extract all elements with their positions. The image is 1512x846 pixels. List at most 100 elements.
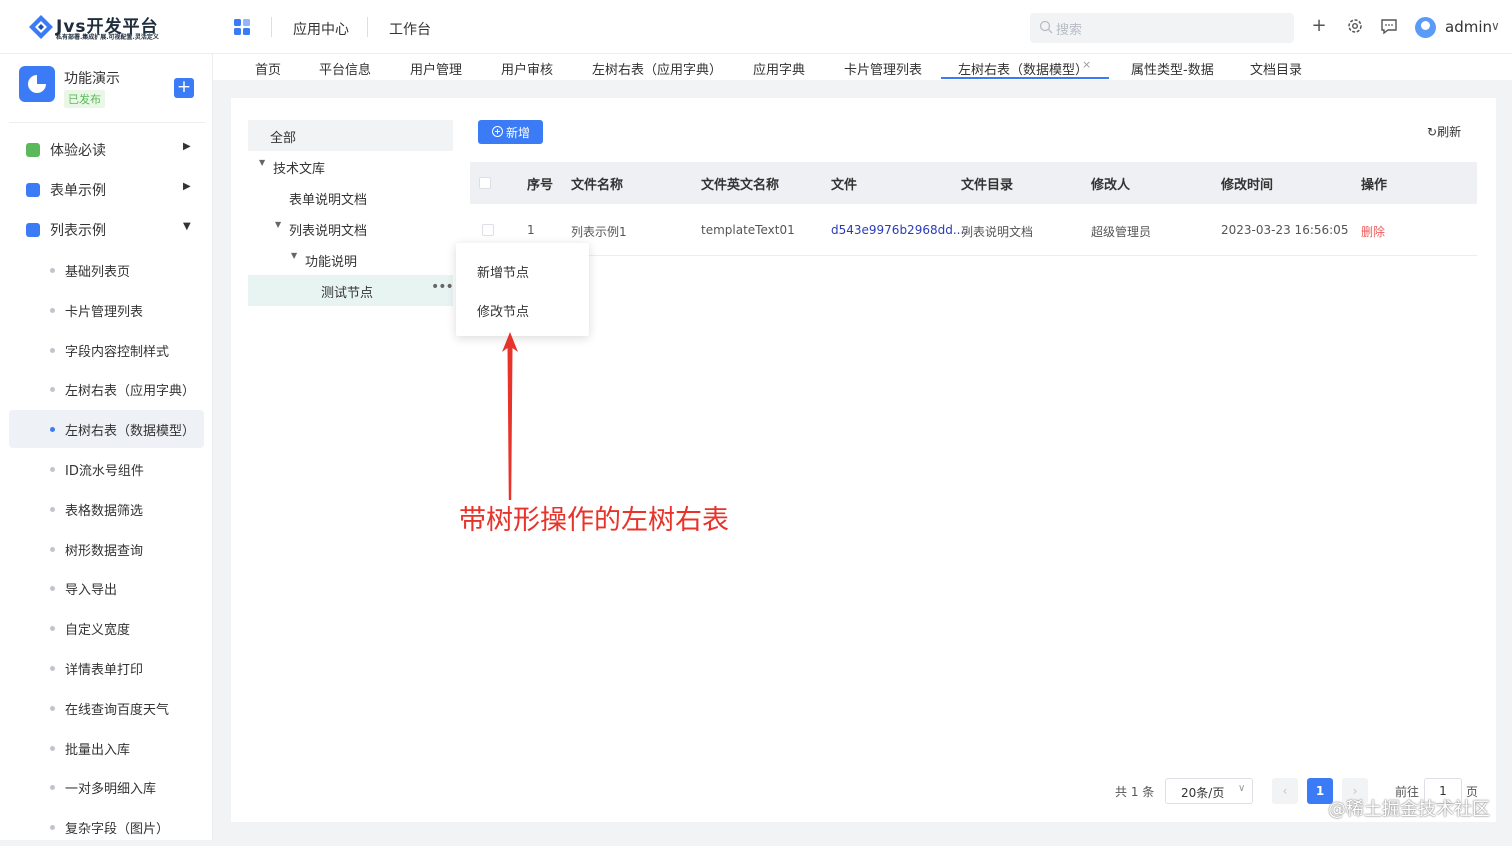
sidebar-item[interactable]: 一对多明细入库	[9, 768, 204, 806]
main-content: 全部 ▼ 技术文库 表单说明文档 ▼ 列表说明文档 ▼ 功能说明 测试节点 ••…	[231, 98, 1496, 822]
tree-node[interactable]: ▼ 列表说明文档	[248, 213, 453, 244]
sidebar-group-label: 表单示例	[50, 183, 106, 199]
sidebar-group-list[interactable]: 列表示例 ▼	[0, 212, 213, 248]
sidebar-item[interactable]: 详情表单打印	[9, 649, 204, 687]
page-size-select[interactable]: 20条/页 ∨	[1165, 778, 1253, 804]
sidebar-item-label: 导入导出	[65, 583, 118, 599]
logo[interactable]: Jvs开发平台 私有部署.集成扩展.可视配置.灵活定义	[28, 12, 188, 42]
sidebar-item[interactable]: 复杂字段（图片）	[9, 808, 204, 846]
caret-right-icon: ▶	[183, 141, 191, 152]
add-button-label: 新增	[506, 126, 531, 140]
tree-node[interactable]: ▼ 功能说明	[248, 244, 453, 275]
tab-platform-info[interactable]: 平台信息	[319, 59, 371, 78]
column-header: 序号	[527, 178, 554, 193]
refresh-button[interactable]: ↻刷新	[1427, 123, 1461, 140]
bullet-icon	[50, 506, 55, 512]
sidebar-item-label: ID流水号组件	[65, 464, 144, 479]
menu-item-add-node[interactable]: 新增节点	[477, 262, 529, 281]
divider	[367, 17, 368, 37]
sidebar: 功能演示 已发布 + 体验必读 ▶ 表单示例 ▶ 列表示例 ▼ 基础列表页卡片管…	[0, 54, 213, 840]
menu-item-edit-node[interactable]: 修改节点	[477, 301, 529, 320]
bullet-icon	[50, 666, 55, 671]
tree-node[interactable]: ▼ 技术文库	[248, 151, 453, 182]
cell-dir: 列表说明文档	[961, 225, 1034, 239]
apps-grid-icon[interactable]	[234, 19, 250, 35]
tab-close-icon[interactable]: ×	[1082, 58, 1091, 71]
sidebar-item[interactable]: 导入导出	[9, 569, 204, 607]
sidebar-item[interactable]: 卡片管理列表	[9, 291, 204, 329]
tree-node-all[interactable]: 全部	[248, 120, 453, 151]
sidebar-item-label: 详情表单打印	[65, 663, 144, 678]
table-header: 序号 文件名称 文件英文名称 文件 文件目录 修改人 修改时间 操作	[470, 162, 1477, 204]
chevron-down-icon[interactable]: ∨	[1491, 19, 1500, 33]
tab-card-list[interactable]: 卡片管理列表	[844, 59, 922, 78]
tree-node[interactable]: 表单说明文档	[248, 182, 453, 213]
sidebar-item[interactable]: 树形数据查询	[9, 530, 204, 568]
bullet-icon	[50, 586, 55, 592]
sidebar-item[interactable]: ID流水号组件	[9, 450, 204, 488]
annotation-text: 带树形操作的左树右表	[459, 505, 729, 536]
prev-page-button[interactable]: ‹	[1272, 778, 1298, 804]
row-checkbox[interactable]	[482, 224, 494, 236]
divider	[271, 17, 272, 37]
tree-node-selected[interactable]: 测试节点 •••	[248, 275, 454, 306]
tab-bar: 首页 平台信息 用户管理 用户审核 左树右表（应用字典） 应用字典 卡片管理列表…	[213, 54, 1512, 80]
sidebar-item-label: 卡片管理列表	[65, 304, 144, 320]
gear-icon[interactable]	[1345, 16, 1365, 36]
plus-icon[interactable]: +	[1309, 16, 1329, 36]
cell-file-link[interactable]: d543e9976b2968dd...⤓	[831, 223, 970, 238]
tree-node-label: 功能说明	[305, 255, 358, 270]
tab-user-management[interactable]: 用户管理	[410, 59, 462, 78]
bullet-icon	[50, 546, 55, 552]
nav-workbench[interactable]: 工作台	[389, 19, 431, 39]
logo-subtitle: 私有部署.集成扩展.可视配置.灵活定义	[56, 34, 159, 41]
delete-link[interactable]: 删除	[1361, 223, 1385, 240]
sidebar-item-label: 字段内容控制样式	[65, 344, 170, 360]
logo-icon	[29, 15, 53, 39]
sidebar-item[interactable]: 表格数据筛选	[9, 490, 204, 528]
sidebar-item[interactable]: 批量出入库	[9, 729, 204, 767]
total-count: 共 1 条	[1115, 785, 1155, 799]
sidebar-item[interactable]: 自定义宽度	[9, 609, 204, 647]
bullet-icon	[50, 427, 55, 433]
sidebar-group-form[interactable]: 表单示例 ▶	[0, 172, 213, 208]
sidebar-group-guide[interactable]: 体验必读 ▶	[0, 132, 213, 168]
sidebar-item-label: 树形数据查询	[65, 543, 144, 559]
sidebar-item[interactable]: 字段内容控制样式	[9, 331, 204, 369]
tree-node-label: 技术文库	[273, 162, 326, 177]
chevron-down-icon: ∨	[1238, 783, 1246, 794]
tab-app-dict[interactable]: 应用字典	[753, 59, 805, 78]
bullet-icon	[50, 268, 55, 273]
add-app-button[interactable]: +	[174, 78, 194, 98]
sidebar-item[interactable]: 左树右表（应用字典）	[9, 370, 204, 408]
bullet-icon	[50, 785, 55, 791]
tab-user-review[interactable]: 用户审核	[501, 59, 553, 78]
nav-app-center[interactable]: 应用中心	[293, 19, 349, 39]
username[interactable]: admin	[1445, 18, 1492, 36]
sidebar-item[interactable]: 左树右表（数据模型）	[9, 410, 204, 449]
column-header: 修改时间	[1221, 178, 1274, 193]
column-header: 文件英文名称	[701, 178, 780, 193]
tab-attr-type[interactable]: 属性类型-数据	[1131, 59, 1214, 78]
user-avatar-icon[interactable]	[1415, 17, 1436, 38]
tab-left-tree-model[interactable]: 左树右表（数据模型）	[958, 59, 1088, 78]
sidebar-item[interactable]: 基础列表页	[9, 251, 204, 289]
search-input[interactable]: 搜索	[1030, 13, 1294, 43]
sidebar-item-label: 左树右表（应用字典）	[65, 384, 196, 400]
sidebar-item[interactable]: 在线查询百度天气	[9, 689, 204, 727]
tab-doc-dir[interactable]: 文档目录	[1250, 59, 1302, 78]
table-row[interactable]: 1 列表示例1 templateText01 d543e9976b2968dd.…	[470, 206, 1477, 256]
sidebar-group-label: 列表示例	[50, 223, 106, 239]
tab-left-tree-dict[interactable]: 左树右表（应用字典）	[592, 59, 722, 78]
add-button[interactable]: 新增	[478, 120, 543, 144]
sidebar-item-label: 一对多明细入库	[65, 782, 157, 798]
sidebar-item-label: 批量出入库	[65, 742, 131, 758]
app-name: 功能演示	[64, 71, 120, 87]
refresh-icon: ↻	[1427, 125, 1438, 139]
message-icon[interactable]	[1379, 16, 1399, 36]
tab-home[interactable]: 首页	[255, 59, 281, 78]
app-card[interactable]: 功能演示 已发布 +	[19, 66, 199, 116]
select-all-checkbox[interactable]	[479, 177, 491, 189]
cell-modifier: 超级管理员	[1091, 225, 1152, 239]
more-options-icon[interactable]: •••	[431, 279, 454, 295]
